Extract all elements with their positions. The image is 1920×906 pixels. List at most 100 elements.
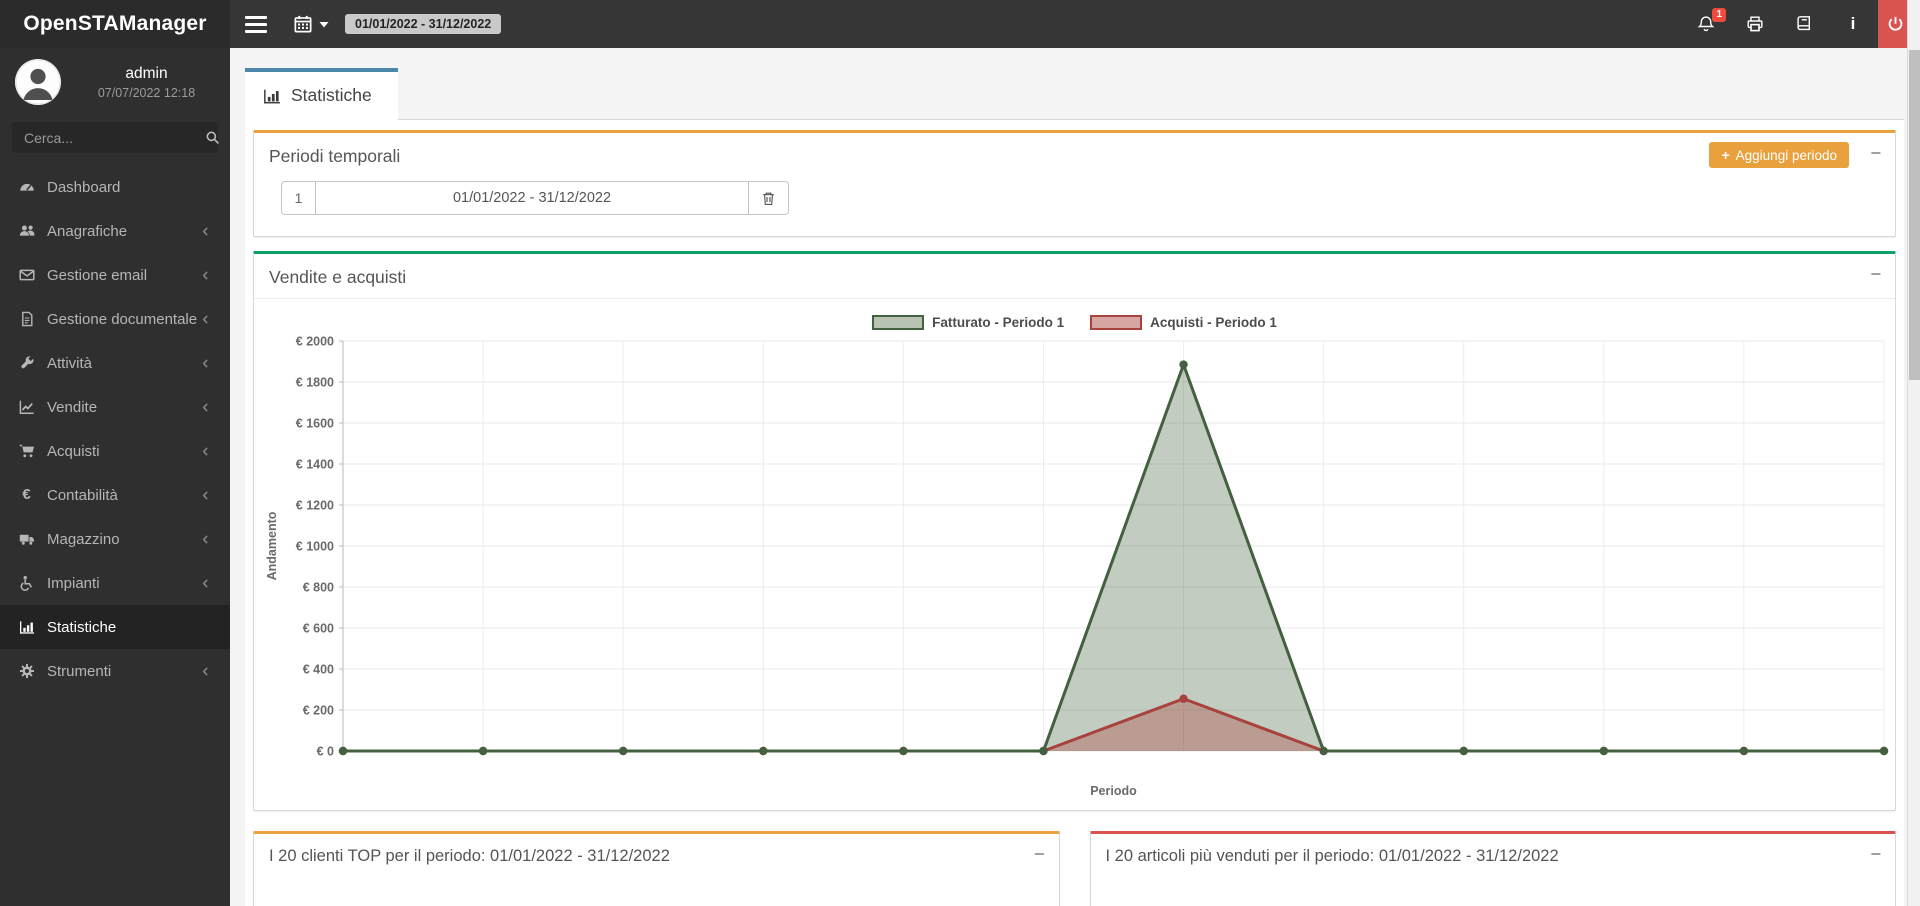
legend-item[interactable]: Acquisti - Periodo 1 xyxy=(1090,315,1277,330)
legend-swatch xyxy=(872,315,924,330)
svg-text:€ 1000: € 1000 xyxy=(296,540,334,554)
svg-text:€ 1800: € 1800 xyxy=(296,376,334,390)
sidebar-item-gestione-email[interactable]: Gestione email xyxy=(0,253,230,297)
sidebar-item-label: Acquisti xyxy=(47,443,199,460)
power-icon xyxy=(1886,15,1905,34)
cart-icon xyxy=(18,443,35,460)
file-icon xyxy=(18,311,35,328)
main-content: Statistiche Periodi temporali + Aggiungi… xyxy=(230,48,1920,906)
sidebar-search xyxy=(12,122,218,153)
wheelchair-icon xyxy=(18,575,35,592)
truck-icon xyxy=(18,531,35,548)
chevron-left-icon xyxy=(199,577,212,590)
search-input[interactable] xyxy=(24,130,205,146)
docs-button[interactable] xyxy=(1793,14,1815,34)
wrench-icon xyxy=(18,355,35,372)
sidebar-item-magazzino[interactable]: Magazzino xyxy=(0,517,230,561)
legend-label: Acquisti - Periodo 1 xyxy=(1150,315,1277,330)
chevron-left-icon xyxy=(199,401,212,414)
euro-icon: € xyxy=(18,487,35,504)
periods-card-title: Periodi temporali xyxy=(269,146,400,166)
user-datetime: 07/07/2022 12:18 xyxy=(75,86,218,100)
sidebar-item-vendite[interactable]: Vendite xyxy=(0,385,230,429)
chevron-left-icon xyxy=(199,313,212,326)
chevron-left-icon xyxy=(199,665,212,678)
period-picker-button[interactable] xyxy=(292,14,329,34)
svg-text:€ 400: € 400 xyxy=(303,663,334,677)
sidebar-item-dashboard[interactable]: Dashboard xyxy=(0,165,230,209)
sidebar-item-gestione-documentale[interactable]: Gestione documentale xyxy=(0,297,230,341)
search-icon[interactable] xyxy=(205,130,220,145)
sidebar-item-anagrafiche[interactable]: Anagrafiche xyxy=(0,209,230,253)
period-row: 1 xyxy=(281,181,1880,215)
legend-swatch xyxy=(1090,315,1142,330)
sidebar-item-label: Impianti xyxy=(47,575,199,592)
sidebar-toggle-button[interactable] xyxy=(244,14,268,34)
sidebar-menu: Dashboard AnagraficheGestione email Gestio… xyxy=(0,165,230,693)
sidebar-item-label: Statistiche xyxy=(47,619,212,636)
chevron-left-icon xyxy=(199,445,212,458)
sidebar-item-label: Dashboard xyxy=(47,179,212,196)
sidebar-item-acquisti[interactable]: Acquisti xyxy=(0,429,230,473)
collapse-periods-button[interactable]: − xyxy=(1870,143,1881,163)
x-axis-label: Periodo xyxy=(1090,784,1137,798)
top-articles-card: I 20 articoli più venduti per il periodo… xyxy=(1090,831,1897,906)
add-period-label: Aggiungi periodo xyxy=(1736,148,1837,163)
sidebar-item-label: Gestione documentale xyxy=(47,311,199,328)
periods-card-header: Periodi temporali + Aggiungi periodo − xyxy=(254,133,1895,177)
notifications-count-badge: 1 xyxy=(1712,8,1726,22)
scrollbar-thumb[interactable] xyxy=(1909,50,1920,380)
collapse-chart-button[interactable]: − xyxy=(1870,264,1881,284)
user-panel: admin 07/07/2022 12:18 xyxy=(0,48,230,115)
topbar-main: 01/01/2022 - 31/12/2022 1 i xyxy=(230,0,1920,48)
collapse-top-clients-button[interactable]: − xyxy=(1034,844,1045,864)
top-clients-card: I 20 clienti TOP per il periodo: 01/01/2… xyxy=(253,831,1060,906)
chart-card-header: Vendite e acquisti − xyxy=(254,254,1895,299)
tab-label: Statistiche xyxy=(291,85,372,106)
delete-period-button[interactable] xyxy=(749,181,789,215)
period-range-input[interactable] xyxy=(315,181,749,215)
plus-icon: + xyxy=(1721,147,1729,163)
svg-text:€ 1400: € 1400 xyxy=(296,458,334,472)
legend-item[interactable]: Fatturato - Periodo 1 xyxy=(872,315,1064,330)
bottom-cards-row: I 20 clienti TOP per il periodo: 01/01/2… xyxy=(253,831,1896,906)
calendar-icon xyxy=(292,14,314,34)
svg-text:€ 0: € 0 xyxy=(317,745,334,759)
sidebar-item-contabilita[interactable]: € Contabilità xyxy=(0,473,230,517)
sidebar-item-label: Magazzino xyxy=(47,531,199,548)
bar-chart-icon xyxy=(18,619,35,636)
caret-down-icon xyxy=(319,19,329,29)
sidebar-item-statistiche[interactable]: Statistiche xyxy=(0,605,230,649)
sales-purchases-chart: € 0€ 200€ 400€ 600€ 800€ 1000€ 1200€ 140… xyxy=(254,333,1895,805)
sidebar-item-label: Contabilità xyxy=(47,487,199,504)
chevron-left-icon xyxy=(199,489,212,502)
gear-icon xyxy=(18,663,35,680)
scrollbar-track[interactable] xyxy=(1907,0,1920,906)
periods-rows: 1 xyxy=(254,181,1895,215)
info-button[interactable]: i xyxy=(1842,14,1864,34)
legend-label: Fatturato - Periodo 1 xyxy=(932,315,1064,330)
sidebar-item-label: Attività xyxy=(47,355,199,372)
chart-line-icon xyxy=(18,399,35,416)
sidebar-item-attivita[interactable]: Attività xyxy=(0,341,230,385)
print-button[interactable] xyxy=(1744,14,1766,34)
tab-strip: Statistiche xyxy=(245,68,1904,120)
sales-purchases-card: Vendite e acquisti − Fatturato - Periodo… xyxy=(253,251,1896,811)
tab-statistiche[interactable]: Statistiche xyxy=(245,68,398,120)
top-articles-title: I 20 articoli più venduti per il periodo… xyxy=(1106,847,1559,865)
app-logo[interactable]: OpenSTAManager xyxy=(0,0,230,48)
user-name: admin xyxy=(75,65,218,83)
collapse-top-articles-button[interactable]: − xyxy=(1870,844,1881,864)
chevron-left-icon xyxy=(199,269,212,282)
svg-text:€ 1200: € 1200 xyxy=(296,499,334,513)
periods-card: Periodi temporali + Aggiungi periodo − 1 xyxy=(253,130,1896,237)
notifications-button[interactable]: 1 xyxy=(1695,14,1717,34)
sidebar-item-impianti[interactable]: Impianti xyxy=(0,561,230,605)
svg-text:€ 800: € 800 xyxy=(303,581,334,595)
chart-area: € 0€ 200€ 400€ 600€ 800€ 1000€ 1200€ 140… xyxy=(254,333,1895,810)
sidebar-item-strumenti[interactable]: Strumenti xyxy=(0,649,230,693)
topbar: OpenSTAManager 01/01/2022 - 31/12/2022 1… xyxy=(0,0,1920,48)
chevron-left-icon xyxy=(199,357,212,370)
active-period-badge[interactable]: 01/01/2022 - 31/12/2022 xyxy=(345,14,501,34)
add-period-button[interactable]: + Aggiungi periodo xyxy=(1709,142,1849,168)
